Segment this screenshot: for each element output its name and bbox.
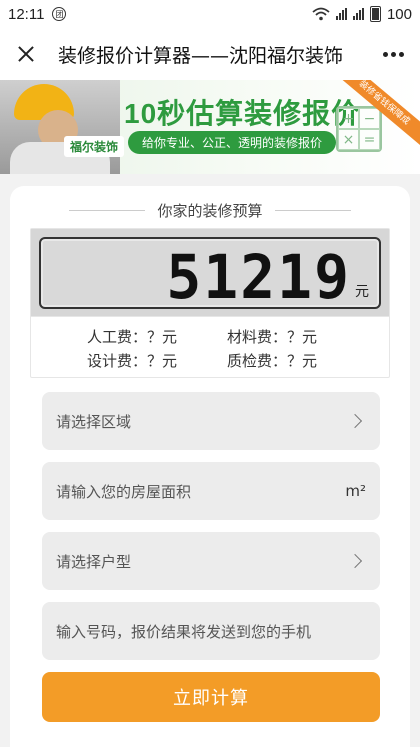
status-time: 12:11 [8,5,45,23]
worker-image [0,80,120,174]
cell-signal-icon-2 [352,8,364,20]
battery-level: 100 [386,5,412,23]
status-icons: 100 [312,6,412,23]
banner-headline: 10秒估算装修报价 [124,97,361,130]
design-fee: 设计费：？元 [87,352,178,370]
budget-total: 51219 [166,241,351,313]
page-title: 装修报价计算器——沈阳福尔装饰 [58,44,344,67]
calculator-card: 你家的装修预算 51219 元 人工费：？元 材料费：？元 设计费：？元 质检费… [10,186,410,747]
wifi-icon [312,7,330,21]
battery-icon [369,6,381,22]
notification-icon: 团 [52,7,67,21]
calculator-icon: + − × = [336,106,382,152]
brand-logo: 福尔装饰 [64,136,125,157]
chevron-right-icon [347,413,363,429]
divider [274,210,351,211]
labor-fee: 人工费：？元 [87,328,178,346]
close-icon[interactable] [14,42,38,66]
lcd-screen: 51219 元 [39,237,381,313]
divider [69,210,146,211]
material-fee: 材料费：？元 [227,328,318,346]
status-bar: 12:11 团 100 [0,0,420,28]
layout-select[interactable]: 请选择户型 [42,532,380,590]
region-select[interactable]: 请选择区域 [42,392,380,450]
more-icon[interactable] [383,51,404,57]
area-unit: m² [345,482,366,500]
area-input[interactable]: 请输入您的房屋面积 m² [42,462,380,520]
cell-signal-icon [335,8,347,20]
inspection-fee: 质检费：？元 [227,352,318,370]
phone-input[interactable]: 输入号码，报价结果将发送到您的手机 [42,602,380,660]
budget-section-title: 你家的装修预算 [10,200,410,221]
calculate-button[interactable]: 立即计算 [42,672,380,722]
budget-display: 51219 元 人工费：？元 材料费：？元 设计费：？元 质检费：？元 [30,228,390,378]
budget-unit: 元 [355,284,369,300]
fee-breakdown: 人工费：？元 材料费：？元 设计费：？元 质检费：？元 [31,325,389,373]
nav-bar: 装修报价计算器——沈阳福尔装饰 [0,28,420,80]
promo-banner[interactable]: 福尔装饰 10秒估算装修报价 给你专业、公正、透明的装修报价 + − × = 装修省钱… [0,80,420,174]
chevron-right-icon [347,553,363,569]
banner-subtitle: 给你专业、公正、透明的装修报价 [128,131,337,154]
